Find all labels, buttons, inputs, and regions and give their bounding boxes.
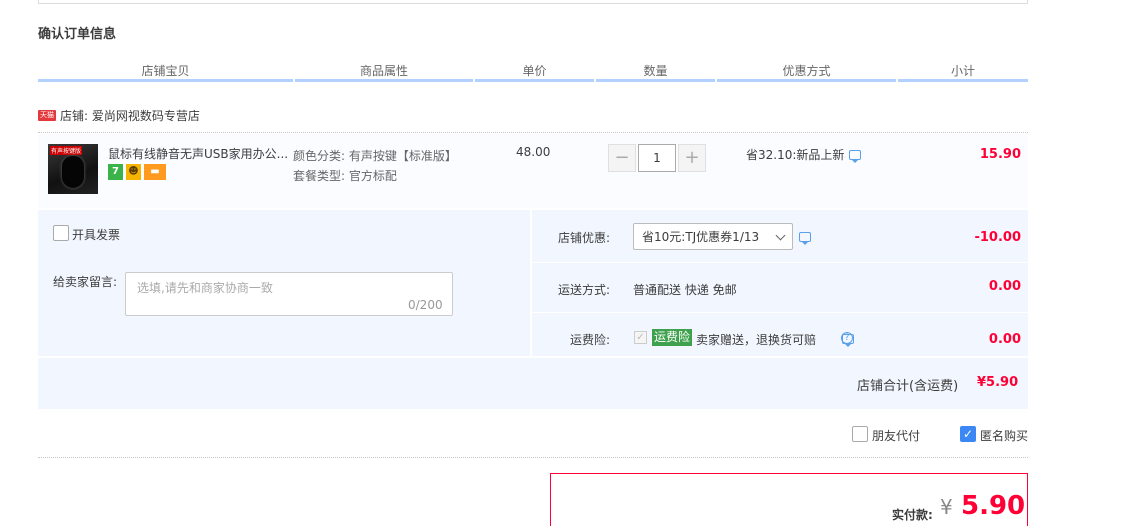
divider [532, 312, 1028, 313]
payment-amount: 5.90 [961, 491, 1026, 521]
message-char-count: 0/200 [408, 298, 443, 312]
shop-discount-label: 店铺优惠: [558, 231, 611, 245]
insurance-checkbox: ✓ [634, 331, 647, 344]
col-header-qty: 数量 [643, 64, 668, 78]
insurance-badge: 运费险 [652, 329, 693, 346]
shipping-value: 普通配送 快递 免邮 [633, 283, 737, 297]
attr-color: 颜色分类: 有声按键【标准版】 [293, 149, 457, 163]
anonymous-label: 匿名购买 [980, 429, 1029, 443]
header-underline [475, 79, 594, 82]
invoice-label: 开具发票 [72, 228, 121, 242]
unit-price: 48.00 [516, 145, 551, 159]
tmall-icon: 天猫 [38, 110, 56, 121]
top-border-box [38, 0, 1028, 4]
payment-currency: ¥ [940, 495, 953, 519]
message-label: 给卖家留言: [53, 275, 118, 289]
insurance-text: 卖家赠送，退换货可赔 [696, 333, 817, 347]
payment-summary-box [550, 473, 1028, 526]
comment-icon[interactable] [849, 149, 862, 163]
guarantee-badge-icon[interactable]: ☻ [126, 164, 141, 180]
shop-name[interactable]: 店铺: 爱尚网视数码专营店 [60, 107, 200, 124]
header-underline [898, 79, 1028, 82]
quantity-input[interactable]: 1 [638, 144, 676, 172]
col-header-attr: 商品属性 [359, 64, 408, 78]
payment-label: 实付款: [892, 508, 933, 522]
shop-total-value: ¥5.90 [977, 375, 1019, 390]
shop-discount-amount: -10.00 [974, 230, 1021, 245]
shipping-amount: 0.00 [988, 279, 1021, 294]
discount-text: 省32.10:新品上新 [746, 148, 845, 162]
header-underline [717, 79, 896, 82]
col-header-subtotal: 小计 [950, 64, 975, 78]
attr-package: 套餐类型: 官方标配 [293, 169, 397, 183]
insurance-label: 运费险: [570, 333, 611, 347]
product-thumbnail[interactable]: 有声按键版 [48, 144, 98, 194]
divider [38, 132, 1028, 133]
friend-pay-checkbox[interactable] [852, 426, 868, 442]
col-header-item: 店铺宝贝 [141, 64, 190, 78]
mouse-image [62, 156, 84, 188]
item-subtotal: 15.90 [979, 147, 1021, 162]
decrease-button[interactable]: − [608, 144, 636, 172]
divider [38, 457, 1028, 458]
discount-info: 省32.10:新品上新 [746, 146, 862, 163]
shop-discount-select[interactable]: 省10元:TJ优惠券1/13 [633, 223, 793, 250]
shipping-label: 运送方式: [558, 283, 611, 297]
thumb-tag: 有声按键版 [50, 146, 83, 155]
comment-icon[interactable] [799, 232, 811, 245]
friend-pay-label: 朋友代付 [872, 429, 921, 443]
col-header-price: 单价 [522, 64, 547, 78]
page-title: 确认订单信息 [38, 27, 117, 42]
shop-total-label: 店铺合计(含运费) [857, 379, 959, 394]
header-underline [295, 79, 473, 82]
seven-day-return-icon[interactable]: 7 [108, 164, 123, 180]
message-placeholder: 选填,请先和商家协商一致 [137, 281, 273, 295]
header-underline [596, 79, 715, 82]
service-icons: 7 ☻ ▬ [108, 164, 166, 180]
divider [532, 262, 1028, 263]
invoice-checkbox[interactable] [53, 225, 69, 241]
product-title-link[interactable]: 鼠标有线静音无声USB家用办公... [108, 145, 290, 162]
chevron-down-icon [775, 230, 786, 241]
increase-button[interactable]: + [678, 144, 706, 172]
credit-card-icon[interactable]: ▬ [144, 164, 166, 180]
header-underline [38, 79, 293, 82]
shop-discount-value: 省10元:TJ优惠券1/13 [642, 230, 760, 244]
help-icon[interactable]: ? [841, 332, 853, 344]
shop-row: 天猫 店铺: 爱尚网视数码专营店 [38, 107, 200, 124]
anonymous-checkbox[interactable]: ✓ [960, 426, 976, 442]
quantity-stepper: − 1 + [608, 144, 706, 172]
insurance-amount: 0.00 [988, 332, 1021, 347]
col-header-discount: 优惠方式 [782, 64, 831, 78]
